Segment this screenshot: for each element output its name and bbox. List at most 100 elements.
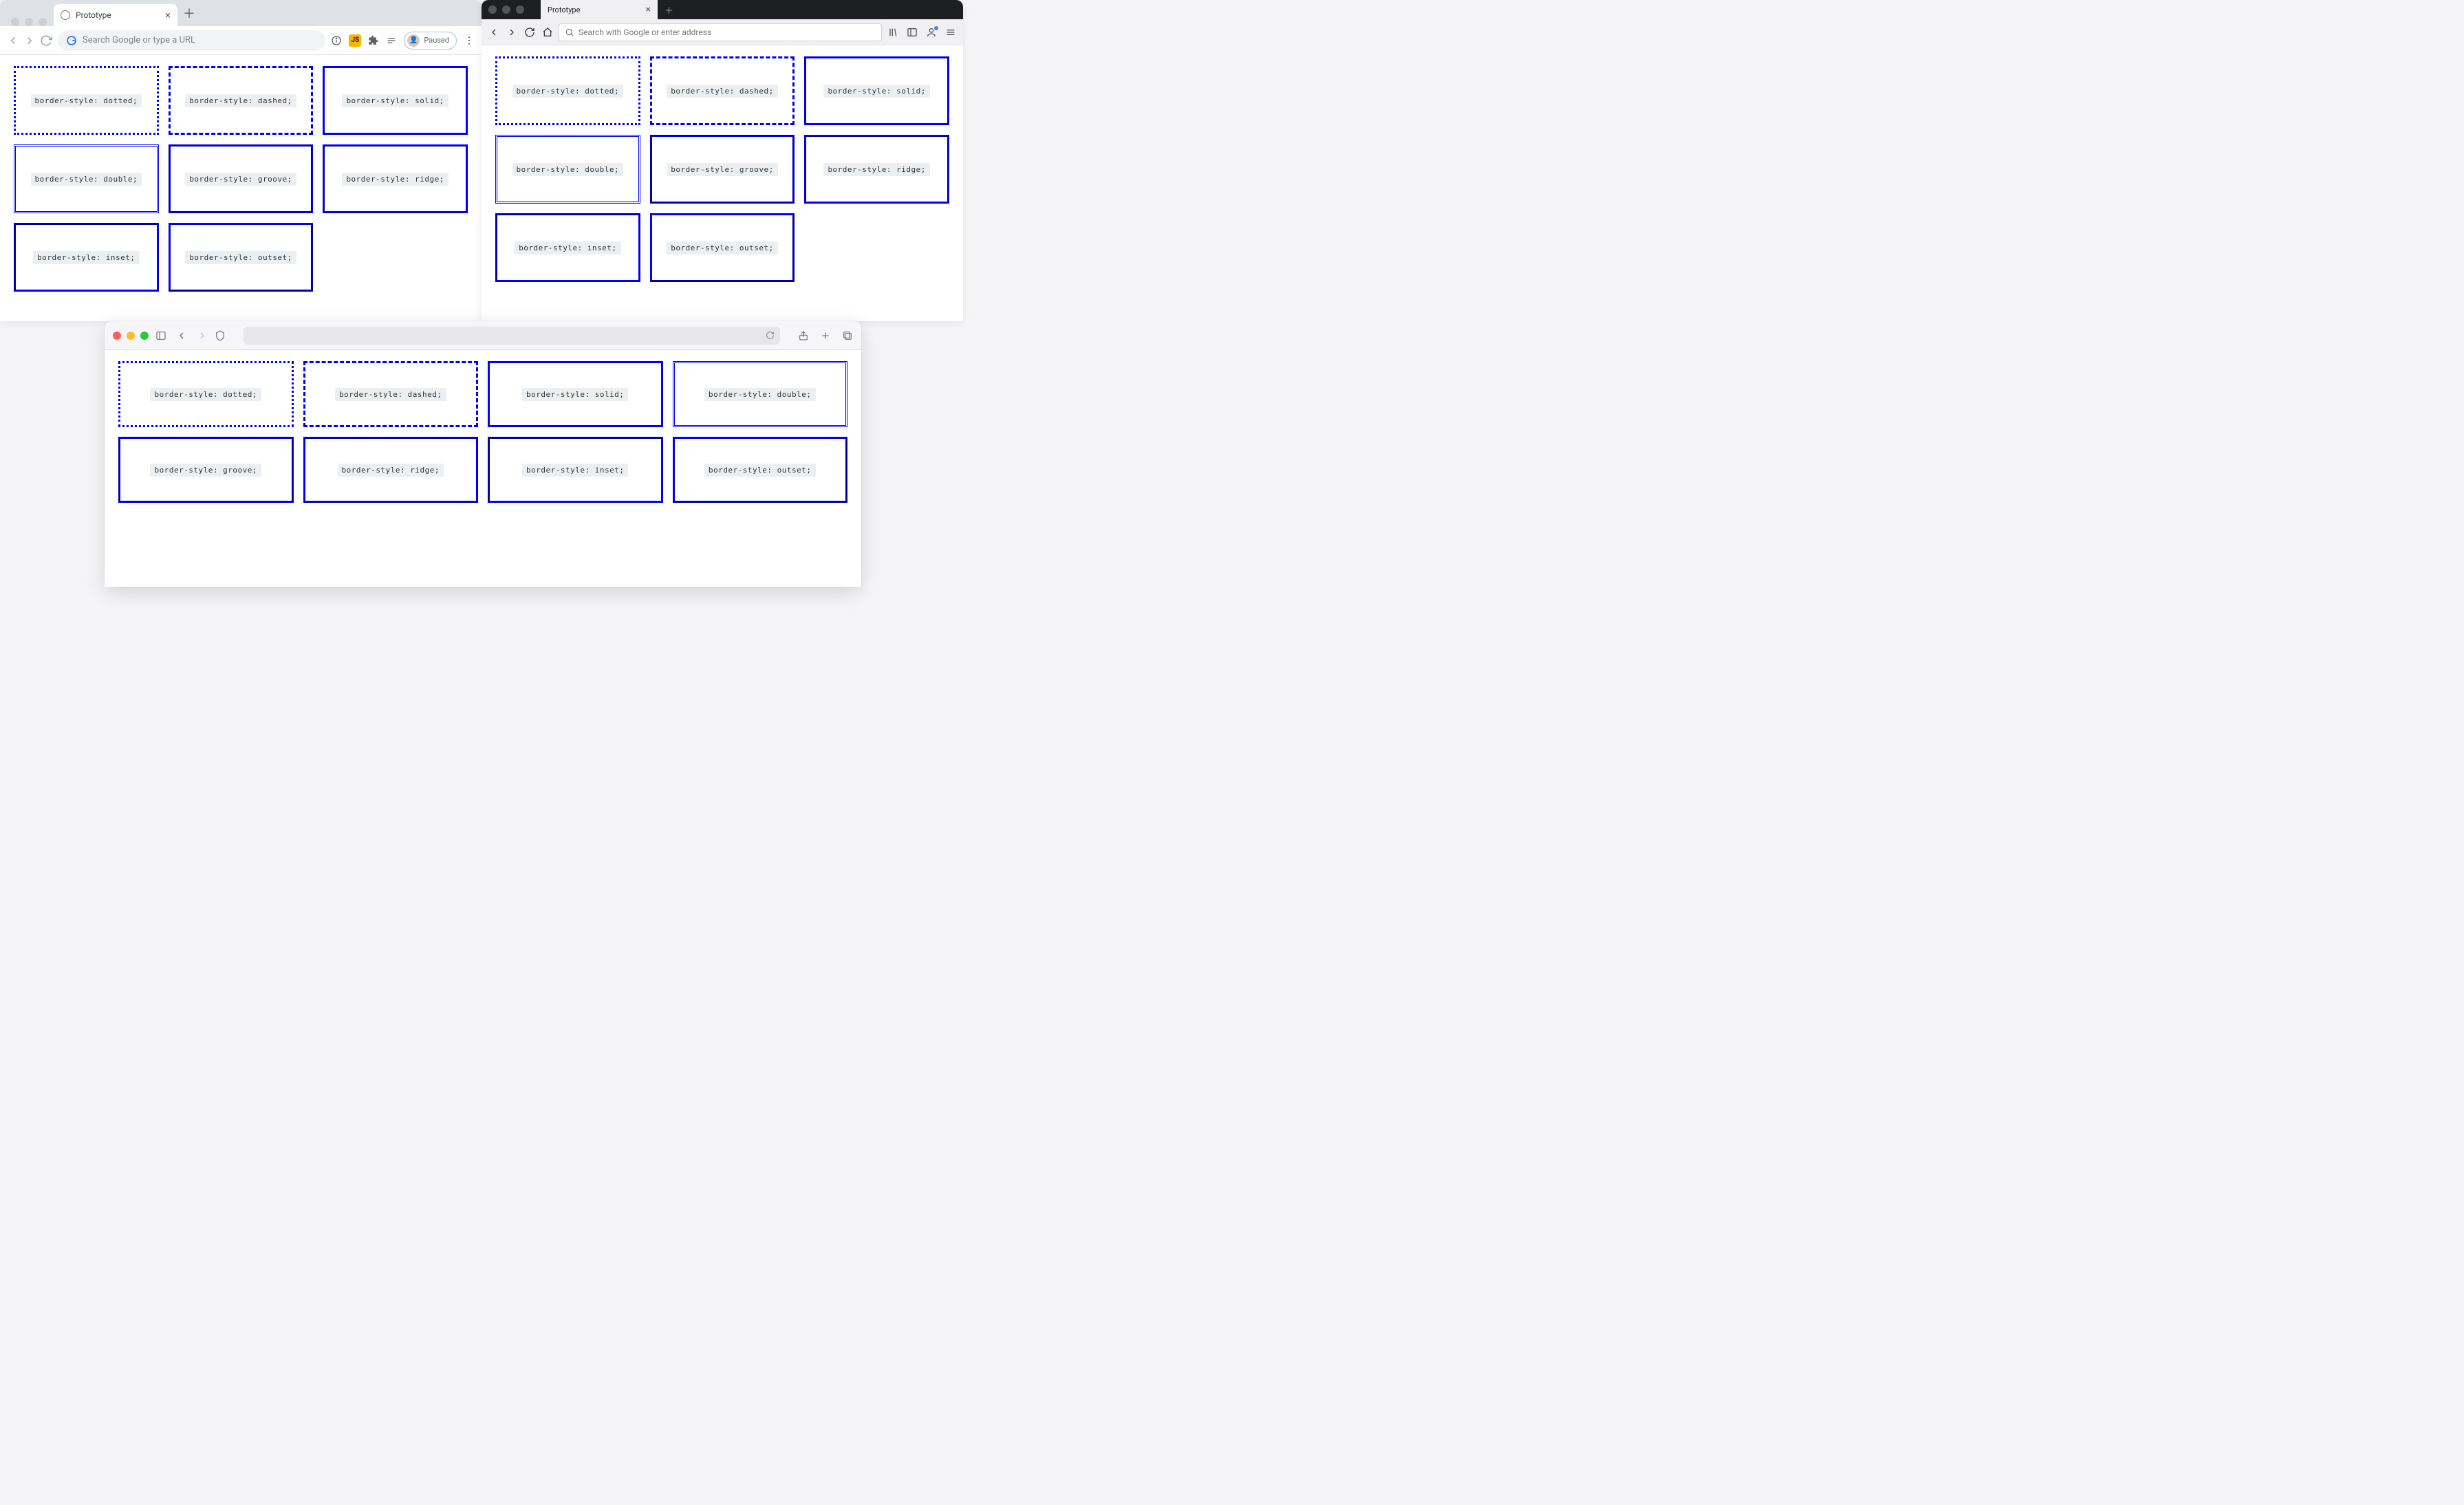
window-traffic-lights[interactable] xyxy=(7,10,54,26)
code-label: border-style: ridge; xyxy=(342,173,448,186)
tab-overview-icon[interactable] xyxy=(842,330,853,341)
reload-icon[interactable] xyxy=(766,331,775,340)
border-demo-card: border-style: solid; xyxy=(804,56,949,125)
search-icon xyxy=(565,28,574,37)
code-label: border-style: groove; xyxy=(185,173,296,186)
border-demo-card: border-style: double; xyxy=(14,144,159,213)
border-demo-card: border-style: inset; xyxy=(495,213,640,282)
close-tab-icon[interactable]: × xyxy=(646,4,651,15)
safari-urlbar[interactable] xyxy=(244,327,780,345)
kebab-menu-icon[interactable] xyxy=(464,35,475,46)
chrome-window: Prototype × ＋ Search Google or type a UR… xyxy=(0,0,482,321)
code-label: border-style: dashed; xyxy=(335,388,446,401)
window-traffic-lights[interactable] xyxy=(482,0,531,19)
code-label: border-style: inset; xyxy=(515,241,620,255)
code-label: border-style: dashed; xyxy=(667,85,778,98)
code-label: border-style: solid; xyxy=(342,94,448,107)
code-label: border-style: dashed; xyxy=(185,94,296,107)
js-debugger-icon[interactable]: JS xyxy=(349,34,361,47)
safari-page-content: border-style: dotted; border-style: dash… xyxy=(105,350,861,587)
code-label: border-style: ridge; xyxy=(338,464,444,477)
border-demo-card: border-style: solid; xyxy=(488,361,663,427)
urlbar-placeholder: Search with Google or enter address xyxy=(579,28,711,37)
account-icon[interactable] xyxy=(926,27,937,38)
browser-tab[interactable]: Prototype × xyxy=(541,0,658,19)
back-icon[interactable] xyxy=(176,330,187,341)
close-tab-icon[interactable]: × xyxy=(165,10,171,21)
border-demo-card: border-style: dotted; xyxy=(118,361,294,427)
firefox-window: Prototype × ＋ Search with Google or ente… xyxy=(482,0,963,321)
home-icon[interactable] xyxy=(542,27,553,38)
library-icon[interactable] xyxy=(887,27,898,38)
firefox-urlbar[interactable]: Search with Google or enter address xyxy=(559,23,882,41)
border-demo-card: border-style: ridge; xyxy=(323,144,468,213)
border-demo-card: border-style: outset; xyxy=(673,437,848,503)
new-tab-icon[interactable] xyxy=(820,330,831,341)
shield-icon[interactable] xyxy=(215,330,226,341)
code-label: border-style: groove; xyxy=(667,163,778,176)
browser-tab[interactable]: Prototype × xyxy=(54,4,177,26)
code-label: border-style: double; xyxy=(704,388,816,401)
forward-icon[interactable] xyxy=(23,34,36,47)
safari-toolbar xyxy=(105,321,861,350)
border-demo-card: border-style: dotted; xyxy=(495,56,640,125)
code-label: border-style: inset; xyxy=(522,464,628,477)
code-label: border-style: inset; xyxy=(33,251,139,264)
chrome-page-content: border-style: dotted; border-style: dash… xyxy=(0,55,482,321)
border-demo-card: border-style: ridge; xyxy=(303,437,479,503)
border-demo-card: border-style: dashed; xyxy=(169,66,314,135)
code-label: border-style: ridge; xyxy=(823,163,929,176)
code-label: border-style: outset; xyxy=(185,251,296,264)
code-label: border-style: double; xyxy=(512,163,624,176)
reload-icon[interactable] xyxy=(40,34,52,47)
sidebar-icon[interactable] xyxy=(907,27,918,38)
border-demo-card: border-style: dotted; xyxy=(14,66,159,135)
share-icon[interactable] xyxy=(798,330,809,341)
border-demo-card: border-style: inset; xyxy=(488,437,663,503)
back-icon[interactable] xyxy=(7,34,19,47)
code-label: border-style: dotted; xyxy=(150,388,261,401)
safari-window: border-style: dotted; border-style: dash… xyxy=(105,321,861,587)
globe-icon xyxy=(61,10,70,20)
reading-list-icon[interactable] xyxy=(386,35,397,46)
hamburger-menu-icon[interactable] xyxy=(945,27,956,38)
window-traffic-lights[interactable] xyxy=(113,332,149,340)
omnibox-placeholder: Search Google or type a URL xyxy=(83,35,195,45)
border-demo-card: border-style: groove; xyxy=(169,144,314,213)
info-icon[interactable] xyxy=(331,35,342,46)
chrome-tabstrip: Prototype × ＋ xyxy=(0,0,482,26)
code-label: border-style: dotted; xyxy=(31,94,142,107)
profile-label: Paused xyxy=(424,36,449,45)
chrome-toolbar: Search Google or type a URL JS 👤 Paused xyxy=(0,26,482,55)
border-demo-card: border-style: dashed; xyxy=(303,361,479,427)
profile-chip[interactable]: 👤 Paused xyxy=(404,32,457,50)
extensions-icon[interactable] xyxy=(368,35,379,46)
border-demo-card: border-style: inset; xyxy=(14,223,159,292)
forward-icon[interactable] xyxy=(197,330,208,341)
border-demo-card: border-style: outset; xyxy=(650,213,795,282)
tab-title: Prototype xyxy=(76,10,111,20)
code-label: border-style: double; xyxy=(31,173,142,186)
border-demo-card: border-style: double; xyxy=(495,135,640,204)
code-label: border-style: groove; xyxy=(150,464,261,477)
border-demo-card: border-style: ridge; xyxy=(804,135,949,204)
new-tab-button[interactable]: ＋ xyxy=(177,0,201,28)
avatar-icon: 👤 xyxy=(407,34,420,47)
sidebar-icon[interactable] xyxy=(155,330,166,341)
new-tab-button[interactable]: ＋ xyxy=(658,0,680,21)
code-label: border-style: outset; xyxy=(704,464,816,477)
border-demo-card: border-style: groove; xyxy=(118,437,294,503)
firefox-tabstrip: Prototype × ＋ xyxy=(482,0,963,19)
border-demo-card: border-style: outset; xyxy=(169,223,314,292)
code-label: border-style: solid; xyxy=(823,85,929,98)
reload-icon[interactable] xyxy=(524,27,535,38)
chrome-omnibox[interactable]: Search Google or type a URL xyxy=(58,30,325,51)
code-label: border-style: solid; xyxy=(522,388,628,401)
firefox-page-content: border-style: dotted; border-style: dash… xyxy=(482,45,963,321)
border-demo-card: border-style: double; xyxy=(673,361,848,427)
forward-icon[interactable] xyxy=(506,27,517,38)
back-icon[interactable] xyxy=(488,27,499,38)
tab-title: Prototype xyxy=(548,6,580,14)
border-demo-card: border-style: groove; xyxy=(650,135,795,204)
google-g-icon xyxy=(66,35,77,46)
